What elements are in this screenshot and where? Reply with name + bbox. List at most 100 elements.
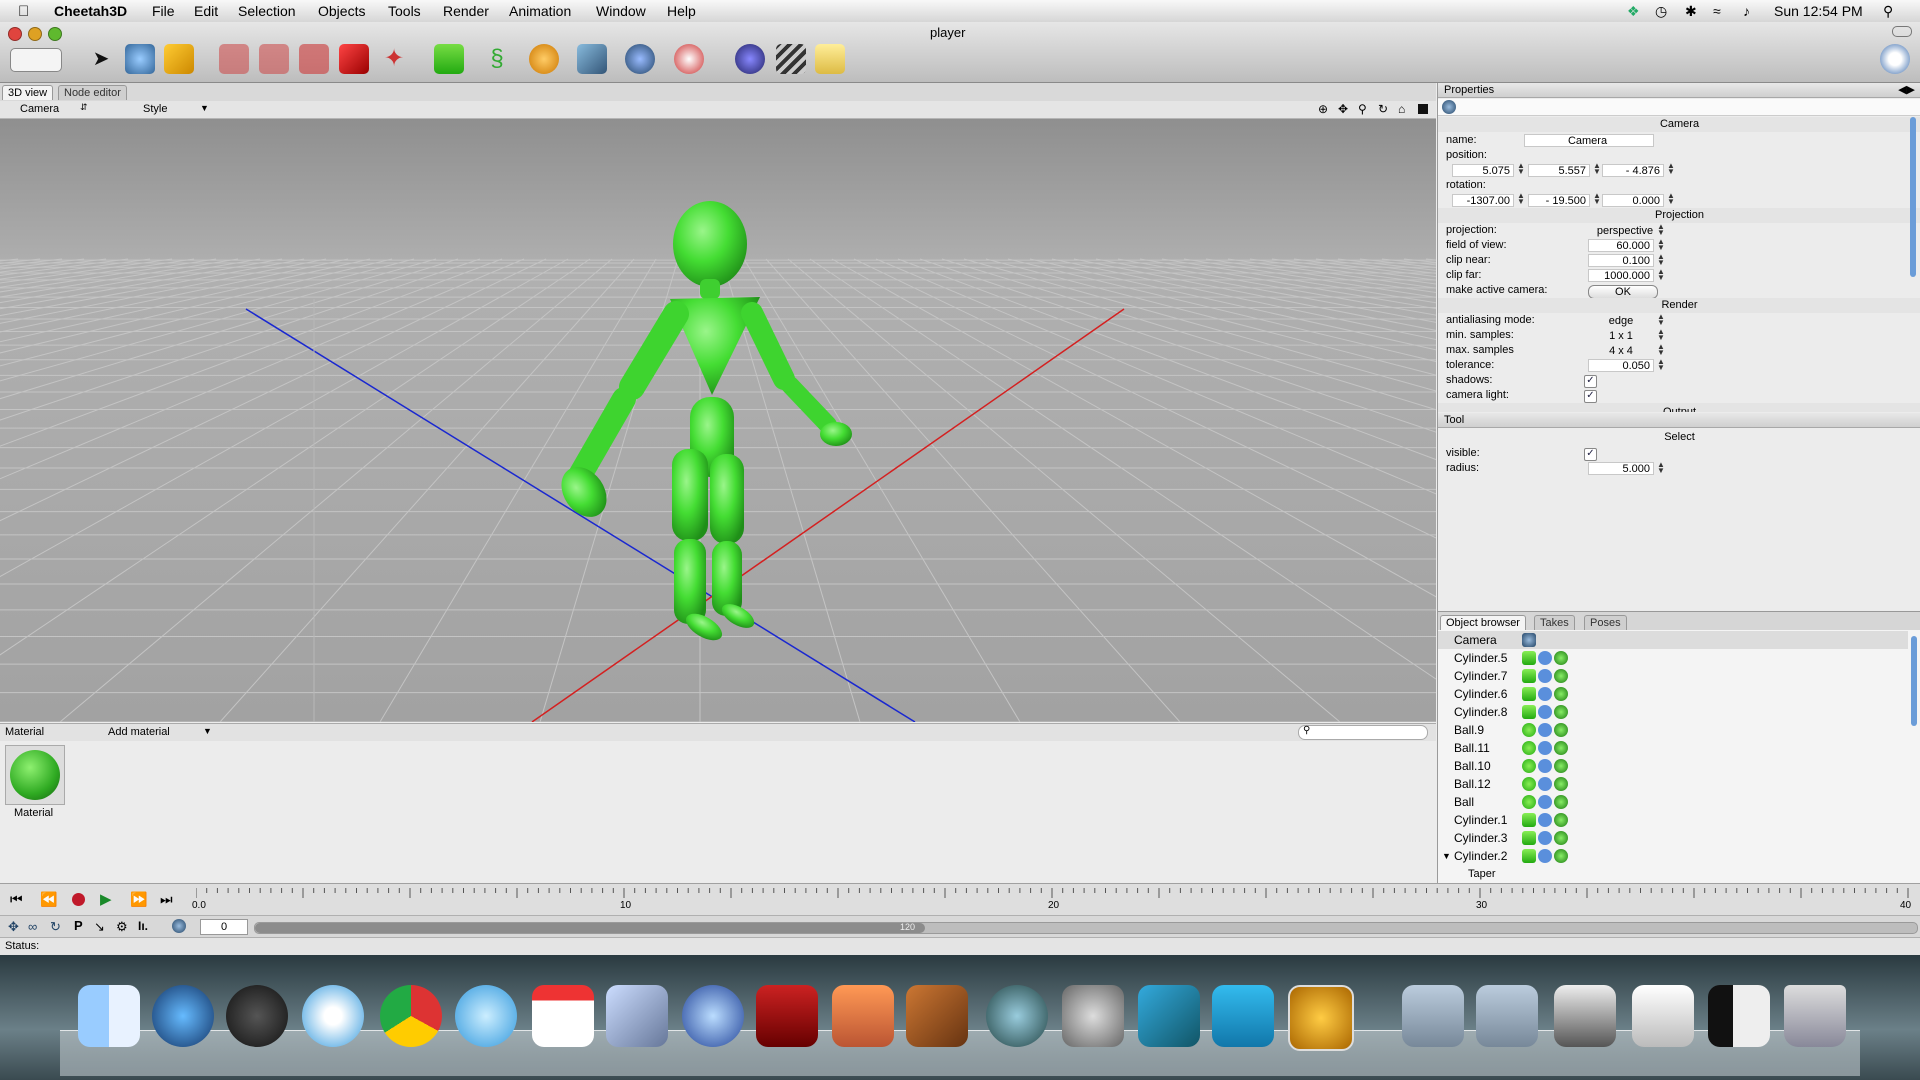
style-menu[interactable]: Style: [143, 103, 167, 115]
frame-field[interactable]: 0: [200, 919, 248, 935]
cube-outline-icon[interactable]: [219, 44, 249, 74]
clip-near-stepper[interactable]: ▲ ▼: [1657, 253, 1665, 267]
menu-edit[interactable]: Edit: [194, 3, 218, 19]
antialiasing-popup[interactable]: edge: [1588, 315, 1654, 328]
menu-render[interactable]: Render: [443, 3, 489, 19]
spotlight-icon[interactable]: ⚲: [1883, 3, 1893, 20]
word-icon[interactable]: [1212, 985, 1274, 1047]
fov-stepper[interactable]: ▲ ▼: [1657, 238, 1665, 252]
clip-near-field[interactable]: 0.100: [1588, 254, 1654, 267]
photo-booth-icon[interactable]: [756, 985, 818, 1047]
graph-icon[interactable]: Iı.: [138, 919, 148, 933]
tool-radius-stepper[interactable]: ▲ ▼: [1657, 461, 1665, 475]
menu-file[interactable]: File: [152, 3, 175, 19]
camera-small-icon[interactable]: [172, 919, 186, 933]
toolbar-toggle-icon[interactable]: [1892, 26, 1912, 37]
move-tool-icon[interactable]: [125, 44, 155, 74]
list-item[interactable]: Ball.12: [1438, 775, 1908, 793]
minimize-icon[interactable]: [28, 27, 42, 41]
joint-icon[interactable]: ✦: [379, 44, 409, 74]
material-swatch[interactable]: [5, 745, 65, 805]
position-x-stepper[interactable]: ▲ ▼: [1517, 162, 1525, 176]
garageband-icon[interactable]: [906, 985, 968, 1047]
itunes-icon[interactable]: [682, 985, 744, 1047]
list-item[interactable]: Ball.10: [1438, 757, 1908, 775]
tool-radius-field[interactable]: 5.000: [1588, 462, 1654, 475]
projection-popup[interactable]: perspective: [1590, 225, 1660, 238]
cube-edges-icon[interactable]: [299, 44, 329, 74]
list-item[interactable]: Cylinder.3: [1438, 829, 1908, 847]
list-item[interactable]: ▼ Cylinder.2: [1438, 847, 1908, 865]
tolerance-stepper[interactable]: ▲ ▼: [1657, 358, 1665, 372]
list-item[interactable]: Taper: [1438, 865, 1908, 883]
primitive-cylinder-icon[interactable]: [434, 44, 464, 74]
volume-icon[interactable]: ♪: [1743, 3, 1750, 19]
menu-window[interactable]: Window: [596, 3, 646, 19]
add-material-menu[interactable]: Add material: [108, 726, 170, 738]
cube-solid-icon[interactable]: [339, 44, 369, 74]
tool-visible-checkbox[interactable]: ✓: [1584, 448, 1597, 461]
max-samples-popup[interactable]: 4 x 4: [1588, 345, 1654, 358]
clip-far-stepper[interactable]: ▲ ▼: [1657, 268, 1665, 282]
camera-menu[interactable]: Camera: [20, 103, 59, 115]
list-item[interactable]: Cylinder.8: [1438, 703, 1908, 721]
modifier-icon[interactable]: [577, 44, 607, 74]
ruler-icon[interactable]: [164, 44, 194, 74]
position-z-stepper[interactable]: ▲ ▼: [1667, 162, 1675, 176]
record-icon[interactable]: [72, 893, 85, 906]
curve-key-icon[interactable]: ↘: [94, 919, 105, 935]
scene-canvas[interactable]: [0, 119, 1436, 722]
fov-field[interactable]: 60.000: [1588, 239, 1654, 252]
add-material-arrow-icon[interactable]: ▼: [203, 726, 212, 736]
range-slider[interactable]: 120: [254, 922, 1918, 934]
list-item[interactable]: Ball.9: [1438, 721, 1908, 739]
render-icon[interactable]: [674, 44, 704, 74]
position-y-stepper[interactable]: ▲ ▼: [1593, 162, 1601, 176]
tab-object-browser[interactable]: Object browser: [1440, 615, 1526, 630]
scene-icon[interactable]: [735, 44, 765, 74]
fullscreen-icon[interactable]: [1418, 104, 1428, 114]
zoom-icon[interactable]: [48, 27, 62, 41]
next-frame-icon[interactable]: ⏩: [130, 891, 147, 908]
documents-folder-icon[interactable]: [1476, 985, 1538, 1047]
list-item[interactable]: Cylinder.1: [1438, 811, 1908, 829]
menu-objects[interactable]: Objects: [318, 3, 365, 19]
tab-poses[interactable]: Poses: [1584, 615, 1627, 630]
tab-takes[interactable]: Takes: [1534, 615, 1575, 630]
max-samples-arrows-icon[interactable]: ▲ ▼: [1657, 343, 1665, 357]
applications-folder-icon[interactable]: [1402, 985, 1464, 1047]
menu-selection[interactable]: Selection: [238, 3, 296, 19]
iphoto-icon[interactable]: [606, 985, 668, 1047]
rotation-z-stepper[interactable]: ▲ ▼: [1667, 192, 1675, 206]
document-thumbnail-icon[interactable]: [1632, 985, 1694, 1047]
tab-node-editor[interactable]: Node editor: [58, 85, 127, 100]
camera-menu-arrow-icon[interactable]: ⇵: [80, 102, 88, 113]
spline-icon[interactable]: §: [482, 44, 512, 74]
target-icon[interactable]: ⊕: [1318, 102, 1328, 116]
app-store-icon[interactable]: [152, 985, 214, 1047]
min-samples-arrows-icon[interactable]: ▲ ▼: [1657, 328, 1665, 342]
pan-icon[interactable]: ✥: [1338, 102, 1348, 116]
calendar-icon[interactable]: [532, 985, 594, 1047]
position-x-field[interactable]: 5.075: [1452, 164, 1514, 177]
min-samples-popup[interactable]: 1 x 1: [1588, 330, 1654, 343]
close-icon[interactable]: [8, 27, 22, 41]
notes-icon[interactable]: [815, 44, 845, 74]
play-icon[interactable]: ▶: [100, 890, 112, 908]
link-key-icon[interactable]: ∞: [28, 919, 37, 934]
camera-view-icon[interactable]: ⌂: [1398, 102, 1405, 116]
bluetooth-icon[interactable]: ✱: [1685, 3, 1697, 20]
go-to-start-icon[interactable]: ⏮: [10, 891, 23, 908]
previous-frame-icon[interactable]: ⏪: [40, 891, 57, 908]
list-item[interactable]: Cylinder.5: [1438, 649, 1908, 667]
properties-scrollbar[interactable]: [1910, 117, 1916, 277]
menu-animation[interactable]: Animation: [509, 3, 571, 19]
antialiasing-arrows-icon[interactable]: ▲ ▼: [1657, 313, 1665, 327]
menu-tools[interactable]: Tools: [388, 3, 421, 19]
position-y-field[interactable]: 5.557: [1528, 164, 1590, 177]
download-thumbnail-icon[interactable]: [1708, 985, 1770, 1047]
apple-icon[interactable]: : [18, 3, 29, 20]
list-item[interactable]: Camera: [1438, 631, 1908, 649]
range-slider-fill[interactable]: [255, 923, 925, 933]
cube-faces-icon[interactable]: [259, 44, 289, 74]
